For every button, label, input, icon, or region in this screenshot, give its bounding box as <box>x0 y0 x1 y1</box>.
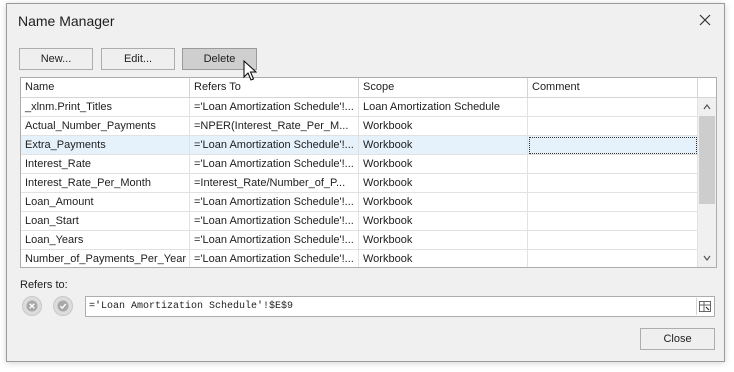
scroll-up-icon[interactable] <box>701 101 713 113</box>
cell-refers-to[interactable]: =Interest_Rate/Number_of_P... <box>190 174 359 193</box>
cell-name[interactable]: Interest_Rate <box>21 155 190 174</box>
cell-comment[interactable] <box>528 98 698 117</box>
scroll-down-icon[interactable] <box>701 252 713 264</box>
cancel-edit-button[interactable] <box>22 296 42 316</box>
table-row[interactable]: Actual_Number_Payments =NPER(Interest_Rat… <box>21 117 698 136</box>
check-icon <box>57 300 69 312</box>
cell-refers-to[interactable]: ='Loan Amortization Schedule'!... <box>190 98 359 117</box>
cell-scope[interactable]: Workbook <box>359 212 528 231</box>
column-header-name[interactable]: Name <box>21 78 190 97</box>
dialog-title: Name Manager <box>18 13 115 29</box>
table-row[interactable]: Interest_Rate ='Loan Amortization Schedul… <box>21 155 698 174</box>
cell-comment[interactable] <box>528 155 698 174</box>
close-button[interactable]: Close <box>640 328 715 350</box>
cell-scope[interactable]: Workbook <box>359 117 528 136</box>
cell-refers-to[interactable]: ='Loan Amortization Schedule'!... <box>190 250 359 267</box>
cell-refers-to[interactable]: ='Loan Amortization Schedule'!... <box>190 212 359 231</box>
close-icon[interactable] <box>696 11 714 29</box>
column-header-comment[interactable]: Comment <box>528 78 698 97</box>
vertical-scrollbar[interactable] <box>698 98 716 267</box>
cell-refers-to[interactable]: ='Loan Amortization Schedule'!... <box>190 155 359 174</box>
names-grid: Name Refers To Scope Comment _xlnm.Print… <box>20 77 717 268</box>
cell-refers-to[interactable]: =NPER(Interest_Rate_Per_M... <box>190 117 359 136</box>
confirm-edit-button[interactable] <box>53 296 73 316</box>
cell-comment[interactable] <box>528 193 698 212</box>
name-manager-dialog: Name Manager New... Edit... Delete Name … <box>6 3 725 362</box>
cell-scope[interactable]: Workbook <box>359 155 528 174</box>
table-row[interactable]: Loan_Start ='Loan Amortization Schedule'!… <box>21 212 698 231</box>
cell-scope[interactable]: Workbook <box>359 136 528 155</box>
cell-refers-to[interactable]: ='Loan Amortization Schedule'!... <box>190 136 359 155</box>
table-row[interactable]: Interest_Rate_Per_Month =Interest_Rate/Nu… <box>21 174 698 193</box>
column-header-refers-to[interactable]: Refers To <box>190 78 359 97</box>
column-header-scope[interactable]: Scope <box>359 78 528 97</box>
scrollbar-thumb[interactable] <box>699 116 715 204</box>
refers-to-label: Refers to: <box>20 279 68 291</box>
mouse-cursor-icon <box>243 60 257 81</box>
table-row[interactable]: Extra_Payments ='Loan Amortization Schedu… <box>21 136 698 155</box>
table-row[interactable]: Loan_Amount ='Loan Amortization Schedule'… <box>21 193 698 212</box>
refers-to-value: ='Loan Amortization Schedule'!$E$9 <box>89 301 294 312</box>
table-row[interactable]: Number_of_Payments_Per_Year ='Loan Amorti… <box>21 250 698 267</box>
cell-comment[interactable] <box>528 117 698 136</box>
cell-name[interactable]: Loan_Amount <box>21 193 190 212</box>
cell-comment[interactable] <box>528 174 698 193</box>
cell-comment[interactable] <box>528 231 698 250</box>
cell-name[interactable]: Loan_Years <box>21 231 190 250</box>
cell-name[interactable]: Extra_Payments <box>21 136 190 155</box>
edit-button[interactable]: Edit... <box>101 48 175 70</box>
cell-name[interactable]: Number_of_Payments_Per_Year <box>21 250 190 267</box>
cell-scope[interactable]: Loan Amortization Schedule <box>359 98 528 117</box>
cell-scope[interactable]: Workbook <box>359 193 528 212</box>
cell-scope[interactable]: Workbook <box>359 174 528 193</box>
cell-refers-to[interactable]: ='Loan Amortization Schedule'!... <box>190 193 359 212</box>
cell-name[interactable]: Actual_Number_Payments <box>21 117 190 136</box>
grid-header: Name Refers To Scope Comment <box>21 78 716 98</box>
cell-scope[interactable]: Workbook <box>359 250 528 267</box>
title-bar: Name Manager <box>7 4 724 38</box>
cell-scope[interactable]: Workbook <box>359 231 528 250</box>
cell-comment[interactable] <box>528 136 698 155</box>
cell-name[interactable]: Loan_Start <box>21 212 190 231</box>
table-row[interactable]: Loan_Years ='Loan Amortization Schedule'!… <box>21 231 698 250</box>
refers-to-input[interactable]: ='Loan Amortization Schedule'!$E$9 <box>85 296 715 317</box>
cell-refers-to[interactable]: ='Loan Amortization Schedule'!... <box>190 231 359 250</box>
cell-name[interactable]: _xlnm.Print_Titles <box>21 98 190 117</box>
cell-name[interactable]: Interest_Rate_Per_Month <box>21 174 190 193</box>
table-row[interactable]: _xlnm.Print_Titles ='Loan Amortization Sc… <box>21 98 698 117</box>
range-picker-icon <box>699 301 711 312</box>
range-picker-button[interactable] <box>696 298 713 315</box>
cancel-icon <box>26 300 38 312</box>
cell-comment[interactable] <box>528 212 698 231</box>
cell-comment[interactable] <box>528 250 698 267</box>
new-button[interactable]: New... <box>19 48 93 70</box>
